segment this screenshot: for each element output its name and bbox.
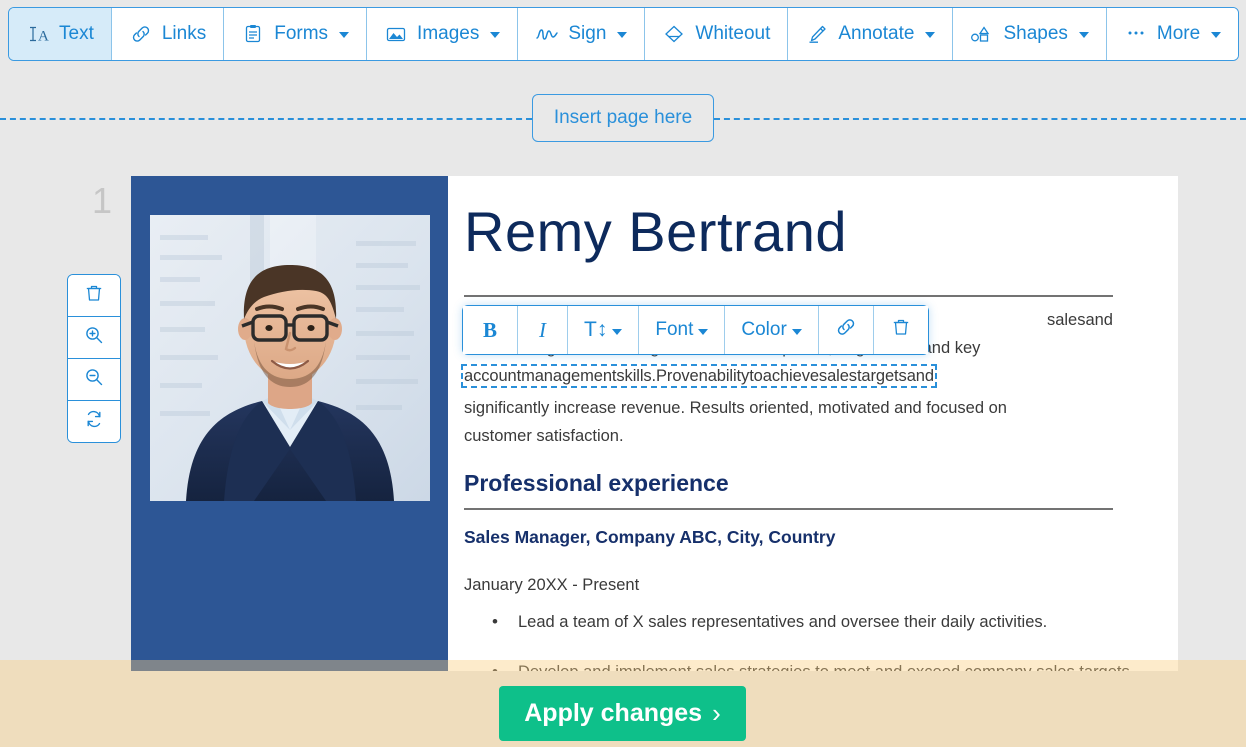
text-format-toolbar: B I T↕ Font Color [462, 305, 929, 355]
toolbar-item-sign[interactable]: Sign [518, 8, 645, 60]
text-cursor-icon: A [26, 23, 50, 45]
signature-icon [535, 23, 559, 45]
link-icon [835, 317, 857, 343]
shapes-icon [970, 23, 994, 45]
resume-content-panel: Remy Bertrand salesand team management. … [448, 176, 1178, 671]
page-number-label: 1 [92, 183, 112, 219]
insert-page-dashed-line-right [714, 118, 1246, 120]
font-family-button[interactable]: Font [639, 306, 725, 354]
toolbar-item-more-label: More [1157, 24, 1200, 43]
zoom-out-page-button[interactable] [68, 359, 120, 401]
toolbar-item-text-label: Text [59, 24, 94, 43]
job-title: Sales Manager, Company ABC, City, Countr… [464, 529, 835, 547]
summary-line-4: significantly increase revenue. Results … [464, 399, 1007, 417]
trash-icon [890, 316, 912, 344]
font-size-button[interactable]: T↕ [568, 306, 639, 354]
trash-icon [83, 282, 105, 309]
summary-line-1-tail: salesand [1047, 311, 1113, 329]
insert-link-button[interactable] [819, 306, 874, 354]
form-icon [241, 23, 265, 45]
avatar-photo[interactable] [150, 215, 430, 501]
section-divider-rule [464, 508, 1113, 510]
chevron-down-icon [698, 329, 708, 335]
name-divider-rule [464, 295, 1113, 297]
insert-page-button[interactable]: Insert page here [532, 94, 714, 142]
toolbar-button-group: A Text Links [8, 7, 1239, 61]
chevron-down-icon [925, 32, 935, 38]
image-icon [384, 23, 408, 45]
ellipsis-icon [1124, 23, 1148, 45]
section-title-professional-experience: Professional experience [464, 472, 729, 495]
delete-text-button[interactable] [874, 306, 928, 354]
toolbar-item-links-label: Links [162, 24, 206, 43]
toolbar-item-images-label: Images [417, 24, 479, 43]
resume-sidebar-panel [131, 176, 448, 671]
chevron-right-icon: › [712, 700, 721, 726]
toolbar-item-shapes[interactable]: Shapes [953, 8, 1106, 60]
toolbar-item-annotate[interactable]: Annotate [788, 8, 953, 60]
chevron-down-icon [792, 329, 802, 335]
rotate-icon [83, 408, 105, 435]
chevron-down-icon [1079, 32, 1089, 38]
toolbar-item-more[interactable]: More [1107, 8, 1238, 60]
main-toolbar: A Text Links [0, 0, 1246, 67]
delete-page-button[interactable] [68, 275, 120, 317]
chevron-down-icon [612, 329, 622, 335]
rotate-page-button[interactable] [68, 401, 120, 442]
svg-text:A: A [38, 28, 49, 44]
font-family-label: Font [655, 319, 693, 341]
page-tool-strip [67, 274, 121, 443]
document-page[interactable]: Remy Bertrand salesand team management. … [131, 176, 1178, 671]
insert-page-dashed-line-left [0, 118, 532, 120]
toolbar-item-whiteout[interactable]: Whiteout [645, 8, 788, 60]
toolbar-item-images[interactable]: Images [367, 8, 518, 60]
selected-text-fragment[interactable]: accountmanagementskills.Provenabilitytoa… [464, 367, 934, 385]
chevron-down-icon [1211, 32, 1221, 38]
toolbar-item-forms[interactable]: Forms [224, 8, 367, 60]
toolbar-item-text[interactable]: A Text [9, 8, 112, 60]
summary-line-5: customer satisfaction. [464, 427, 624, 445]
link-icon [129, 23, 153, 45]
insert-page-row: Insert page here [0, 94, 1246, 144]
toolbar-item-annotate-label: Annotate [838, 24, 914, 43]
chevron-down-icon [490, 32, 500, 38]
list-item[interactable]: Lead a team of X sales representatives a… [518, 608, 1173, 636]
chevron-down-icon [617, 32, 627, 38]
page-title: Remy Bertrand [464, 204, 847, 260]
toolbar-item-whiteout-label: Whiteout [695, 24, 770, 43]
zoom-out-icon [83, 366, 105, 393]
apply-changes-button[interactable]: Apply changes › [499, 686, 746, 741]
zoom-in-page-button[interactable] [68, 317, 120, 359]
font-size-label: T↕ [584, 318, 607, 342]
toolbar-item-shapes-label: Shapes [1003, 24, 1067, 43]
whiteout-eraser-icon [662, 23, 686, 45]
highlighter-pen-icon [805, 23, 829, 45]
bold-button[interactable]: B [463, 306, 518, 354]
apply-changes-label: Apply changes [524, 699, 702, 728]
text-color-button[interactable]: Color [725, 306, 818, 354]
text-color-label: Color [741, 319, 786, 341]
job-date-range: January 20XX - Present [464, 577, 639, 594]
toolbar-item-links[interactable]: Links [112, 8, 224, 60]
toolbar-item-sign-label: Sign [568, 24, 606, 43]
italic-button[interactable]: I [518, 306, 568, 354]
chevron-down-icon [339, 32, 349, 38]
toolbar-item-forms-label: Forms [274, 24, 328, 43]
zoom-in-icon [83, 324, 105, 351]
